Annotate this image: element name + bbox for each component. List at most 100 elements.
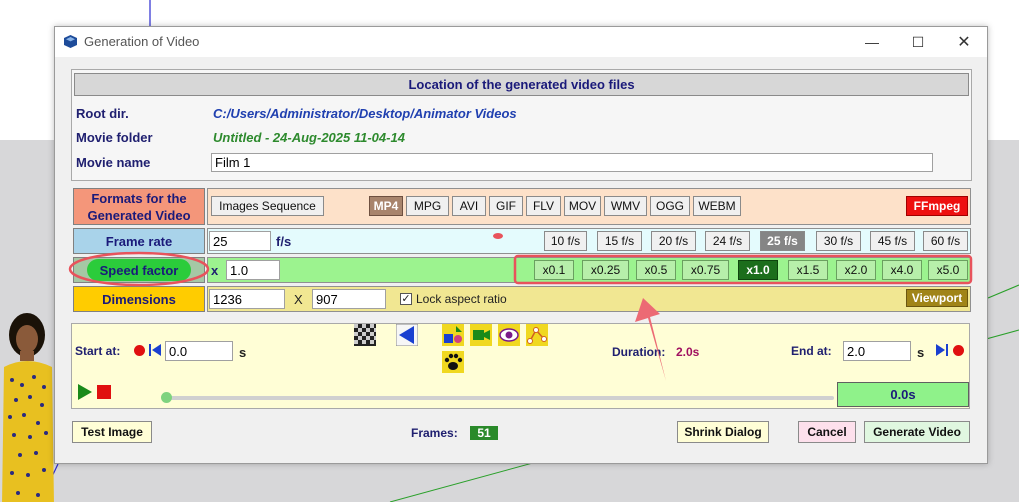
fps-45-button[interactable]: 45 f/s — [870, 231, 915, 251]
fps-30-button[interactable]: 30 f/s — [816, 231, 861, 251]
format-mp4-button[interactable]: MP4 — [369, 196, 403, 216]
person-figure — [2, 313, 54, 502]
speed-factor-label-cell: Speed factor — [73, 257, 205, 283]
formats-label-line1: Formats for the — [91, 190, 187, 206]
stop-icon[interactable] — [97, 385, 111, 399]
format-avi-button[interactable]: AVI — [452, 196, 486, 216]
format-mov-button[interactable]: MOV — [564, 196, 601, 216]
go-to-end-icon[interactable] — [936, 344, 948, 356]
minimize-icon: — — [865, 34, 879, 50]
frame-rate-label: Frame rate — [73, 228, 205, 254]
shrink-dialog-button[interactable]: Shrink Dialog — [677, 421, 769, 443]
paw-print-icon[interactable] — [442, 351, 464, 373]
start-at-label: Start at: — [75, 344, 121, 358]
format-gif-button[interactable]: GIF — [489, 196, 523, 216]
speed-x2-0-button[interactable]: x2.0 — [836, 260, 876, 280]
start-at-input[interactable] — [165, 341, 233, 361]
height-input[interactable] — [312, 289, 386, 309]
root-dir-value[interactable]: C:/Users/Administrator/Desktop/Animator … — [213, 106, 517, 121]
images-sequence-button[interactable]: Images Sequence — [211, 196, 324, 216]
fps-60-button[interactable]: 60 f/s — [923, 231, 968, 251]
formats-label: Formats for the Generated Video — [73, 188, 205, 225]
current-time-display: 0.0s — [837, 382, 969, 407]
frame-rate-body: f/s 10 f/s 15 f/s 20 f/s 24 f/s 25 f/s 3… — [207, 228, 971, 254]
speed-x0-75-button[interactable]: x0.75 — [682, 260, 729, 280]
fps-25-button[interactable]: 25 f/s — [760, 231, 805, 251]
generate-video-button[interactable]: Generate Video — [864, 421, 970, 443]
timeline-knob[interactable] — [161, 392, 172, 403]
maximize-icon: ☐ — [911, 33, 925, 50]
end-at-input[interactable] — [843, 341, 911, 361]
ffmpeg-button[interactable]: FFmpeg — [906, 196, 968, 216]
location-header: Location of the generated video files — [74, 73, 969, 96]
speed-factor-label: Speed factor — [87, 259, 191, 281]
frame-rate-marker — [493, 233, 503, 239]
format-flv-button[interactable]: FLV — [526, 196, 561, 216]
movie-folder-label: Movie folder — [76, 130, 153, 145]
title-bar: Generation of Video — ☐ ✕ — [55, 27, 987, 57]
lock-aspect-checkbox[interactable]: ✓ — [400, 293, 412, 305]
format-wmv-button[interactable]: WMV — [604, 196, 647, 216]
camera-icon[interactable] — [470, 324, 492, 346]
checkerboard-icon[interactable] — [354, 324, 376, 346]
movie-name-label: Movie name — [76, 155, 151, 170]
close-button[interactable]: ✕ — [941, 27, 987, 57]
play-icon[interactable] — [77, 384, 93, 400]
frames-label: Frames: — [411, 426, 458, 440]
fps-24-button[interactable]: 24 f/s — [705, 231, 750, 251]
back-arrow-icon[interactable] — [396, 324, 418, 346]
timeline-track[interactable] — [162, 396, 834, 400]
app-icon — [64, 35, 77, 48]
end-at-label: End at: — [791, 344, 832, 358]
location-panel: Location of the generated video files Ro… — [71, 69, 972, 181]
record-end-icon[interactable] — [953, 345, 964, 356]
window-title: Generation of Video — [84, 34, 200, 49]
lock-aspect-label: Lock aspect ratio — [416, 292, 507, 306]
frames-count: 51 — [470, 426, 498, 440]
minimize-button[interactable]: — — [849, 27, 895, 57]
formats-body: Images Sequence MP4 MPG AVI GIF FLV MOV … — [207, 188, 971, 225]
formats-label-line2: Generated Video — [87, 207, 191, 223]
duration-label: Duration: — [612, 345, 666, 359]
format-ogg-button[interactable]: OGG — [650, 196, 690, 216]
fps-15-button[interactable]: 15 f/s — [597, 231, 642, 251]
record-start-icon[interactable] — [134, 345, 145, 356]
dimensions-x-label: X — [294, 292, 303, 307]
go-to-start-icon[interactable] — [149, 344, 161, 356]
fps-10-button[interactable]: 10 f/s — [544, 231, 587, 251]
close-icon: ✕ — [957, 34, 971, 51]
speed-x1-5-button[interactable]: x1.5 — [788, 260, 828, 280]
root-dir-label: Root dir. — [76, 106, 129, 121]
path-nodes-icon[interactable] — [526, 324, 548, 346]
video-generation-dialog: Generation of Video — ☐ ✕ Location of th… — [54, 26, 988, 464]
speed-x4-0-button[interactable]: x4.0 — [882, 260, 922, 280]
end-unit: s — [917, 345, 925, 360]
eye-icon[interactable] — [498, 324, 520, 346]
width-input[interactable] — [209, 289, 285, 309]
speed-x0-5-button[interactable]: x0.5 — [636, 260, 676, 280]
frame-rate-input[interactable] — [209, 231, 271, 251]
speed-factor-body: x x0.1 x0.25 x0.5 x0.75 x1.0 x1.5 x2.0 x… — [207, 257, 971, 283]
dimensions-body: X ✓ Lock aspect ratio Viewport — [207, 286, 971, 312]
fps-20-button[interactable]: 20 f/s — [651, 231, 696, 251]
speed-factor-input[interactable] — [226, 260, 280, 280]
cancel-button[interactable]: Cancel — [798, 421, 856, 443]
start-unit: s — [239, 345, 247, 360]
frame-rate-unit: f/s — [276, 234, 292, 249]
shapes-icon[interactable] — [442, 324, 464, 346]
viewport-button[interactable]: Viewport — [906, 289, 968, 307]
test-image-button[interactable]: Test Image — [72, 421, 152, 443]
movie-name-input[interactable] — [211, 153, 933, 172]
format-webm-button[interactable]: WEBM — [693, 196, 741, 216]
movie-folder-value[interactable]: Untitled - 24-Aug-2025 11-04-14 — [213, 130, 405, 145]
speed-x0-1-button[interactable]: x0.1 — [534, 260, 574, 280]
dimensions-label: Dimensions — [73, 286, 205, 312]
speed-x5-0-button[interactable]: x5.0 — [928, 260, 968, 280]
duration-value: 2.0s — [676, 345, 700, 359]
playback-panel: Start at: s — [71, 323, 970, 409]
speed-x0-25-button[interactable]: x0.25 — [582, 260, 629, 280]
speed-x-label: x — [211, 263, 219, 278]
format-mpg-button[interactable]: MPG — [406, 196, 449, 216]
maximize-button[interactable]: ☐ — [895, 27, 941, 57]
speed-x1-0-button[interactable]: x1.0 — [738, 260, 778, 280]
